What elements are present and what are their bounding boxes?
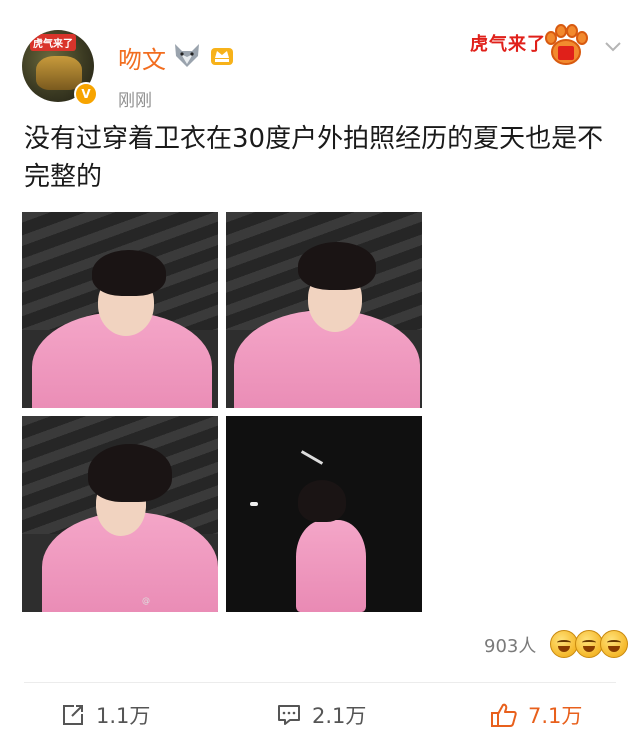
emoji-laugh-icon [575,630,603,658]
reaction-count[interactable]: 903人 [484,632,536,658]
promo-banner[interactable]: 虎气来了 [470,22,590,68]
like-button[interactable]: 7.1万 [490,698,582,732]
comment-count: 2.1万 [312,704,367,728]
repost-count: 1.1万 [96,704,151,728]
like-count: 7.1万 [528,704,583,728]
divider [24,682,616,683]
post-photo-4[interactable] [226,416,422,612]
author-name[interactable]: 吻文 [118,40,166,75]
post-timestamp: 刚刚 [118,91,152,111]
chevron-down-icon[interactable] [604,40,622,54]
post-photo-3[interactable]: @ [22,416,218,612]
avatar-image [36,56,82,90]
avatar-frame-label: 虎气来了 [30,34,76,51]
vip-crown-icon[interactable] [208,42,236,68]
repost-button[interactable]: 1.1万 [60,698,150,732]
comment-icon [278,705,300,725]
emoji-grin-icon [550,630,578,658]
verified-badge-icon: V [74,82,98,106]
photo-watermark: @ [142,596,150,605]
photo-figure [296,520,366,612]
weibo-post-card: 虎气来了 V 吻文 刚刚 虎气来了 没有过穿着卫衣在30度户外拍照经历的夏天也是… [0,0,640,747]
wolf-emoji-icon [175,44,199,67]
promo-text: 虎气来了 [470,34,546,55]
comment-button[interactable]: 2.1万 [276,698,366,732]
post-body-text: 没有过穿着卫衣在30度户外拍照经历的夏天也是不完整的 [24,124,604,192]
repost-icon [63,705,83,725]
post-photo-2[interactable] [226,212,422,408]
tiger-paw-icon [545,24,588,65]
post-photo-1[interactable] [22,212,218,408]
thumbs-up-icon [491,703,517,727]
emoji-lol-icon [600,630,628,658]
